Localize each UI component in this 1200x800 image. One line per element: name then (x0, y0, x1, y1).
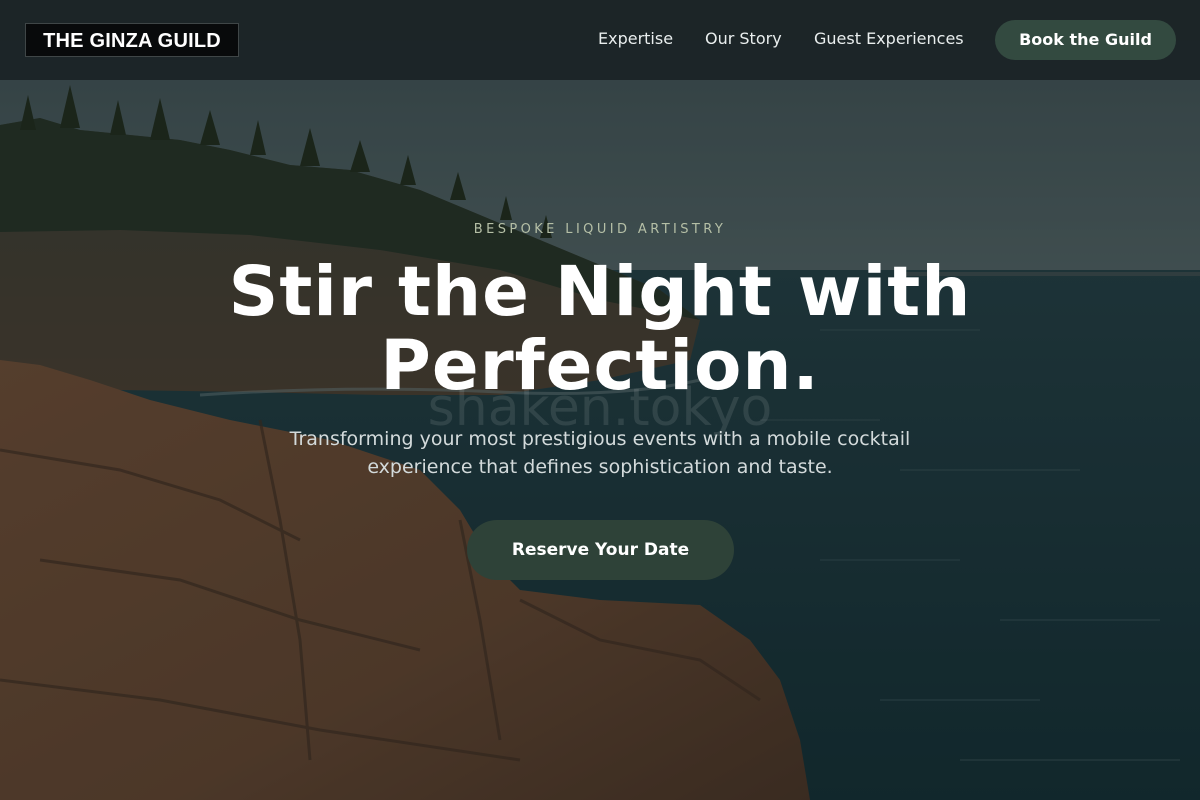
hero-headline-line-1: Stir the Night with (228, 252, 972, 332)
reserve-your-date-button[interactable]: Reserve Your Date (467, 520, 734, 580)
nav-link-expertise[interactable]: Expertise (598, 28, 673, 50)
hero-eyebrow: BESPOKE LIQUID ARTISTRY (473, 222, 727, 237)
top-navbar: THE GINZA GUILD Expertise Our Story Gues… (0, 0, 1200, 80)
nav-link-our-story[interactable]: Our Story (705, 28, 782, 50)
book-the-guild-button[interactable]: Book the Guild (995, 20, 1176, 60)
hero-subtitle-line-1: Transforming your most prestigious event… (289, 428, 911, 450)
nav-link-guest-experiences[interactable]: Guest Experiences (814, 28, 964, 50)
site-logo[interactable]: THE GINZA GUILD (25, 23, 239, 57)
hero-subtitle-line-2: experience that defines sophistication a… (367, 456, 833, 478)
hero-subtitle: Transforming your most prestigious event… (270, 425, 930, 481)
